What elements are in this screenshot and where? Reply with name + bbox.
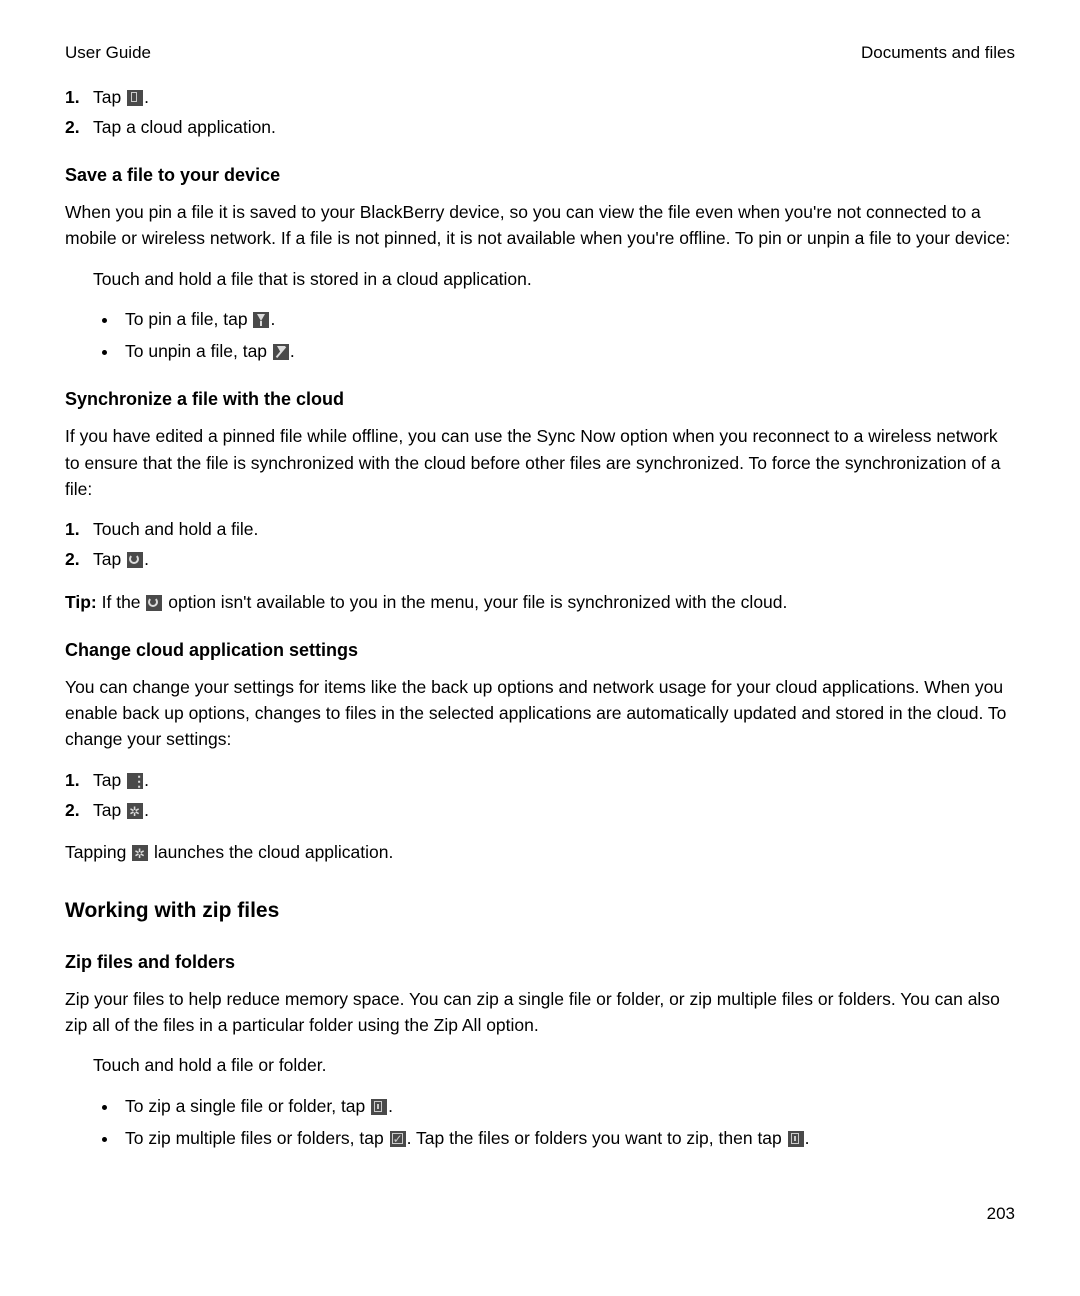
header-right: Documents and files (861, 40, 1015, 66)
paragraph: If you have edited a pinned file while o… (65, 423, 1015, 502)
heading-sync: Synchronize a file with the cloud (65, 386, 1015, 413)
select-icon (390, 1131, 406, 1147)
header-left: User Guide (65, 40, 151, 66)
page-number: 203 (65, 1201, 1015, 1227)
zip-icon (788, 1131, 804, 1147)
gear-icon (127, 803, 143, 819)
note-paragraph: Tapping launches the cloud application. (65, 839, 1015, 865)
list-item: 2. Tap . (65, 546, 1015, 572)
top-steps-list: 1. Tap . 2. Tap a cloud application. (65, 84, 1015, 141)
pin-icon (253, 312, 269, 328)
sync-steps-list: 1. Touch and hold a file. 2. Tap . (65, 516, 1015, 573)
zip-bullets: To zip a single file or folder, tap . To… (65, 1093, 1015, 1152)
step-text: Touch and hold a file or folder. (93, 1052, 1015, 1078)
list-item: To pin a file, tap . (119, 306, 1015, 332)
settings-steps-list: 1. Tap . 2. Tap . (65, 767, 1015, 824)
zip-icon (371, 1099, 387, 1115)
gear-icon (132, 845, 148, 861)
list-item: To unpin a file, tap . (119, 338, 1015, 364)
pin-bullets: To pin a file, tap . To unpin a file, ta… (65, 306, 1015, 365)
heading-zip-sub: Zip files and folders (65, 949, 1015, 976)
step-text: Touch and hold a file that is stored in … (93, 266, 1015, 292)
list-item: To zip a single file or folder, tap . (119, 1093, 1015, 1119)
tip-label: Tip: (65, 592, 102, 612)
page-header: User Guide Documents and files (65, 40, 1015, 66)
list-item: 2. Tap a cloud application. (65, 114, 1015, 140)
list-item: 1. Touch and hold a file. (65, 516, 1015, 542)
heading-zip-section: Working with zip files (65, 895, 1015, 927)
list-item: 1. Tap . (65, 767, 1015, 793)
document-icon (127, 90, 143, 106)
more-icon (127, 773, 143, 789)
paragraph: You can change your settings for items l… (65, 674, 1015, 753)
sync-icon (146, 595, 162, 611)
paragraph: Zip your files to help reduce memory spa… (65, 986, 1015, 1039)
heading-save-file: Save a file to your device (65, 162, 1015, 189)
unpin-icon (273, 344, 289, 360)
list-item: 2. Tap . (65, 797, 1015, 823)
heading-settings: Change cloud application settings (65, 637, 1015, 664)
tip-paragraph: Tip: If the option isn't available to yo… (65, 589, 1015, 615)
paragraph: When you pin a file it is saved to your … (65, 199, 1015, 252)
list-item: To zip multiple files or folders, tap . … (119, 1125, 1015, 1151)
list-item: 1. Tap . (65, 84, 1015, 110)
sync-icon (127, 552, 143, 568)
